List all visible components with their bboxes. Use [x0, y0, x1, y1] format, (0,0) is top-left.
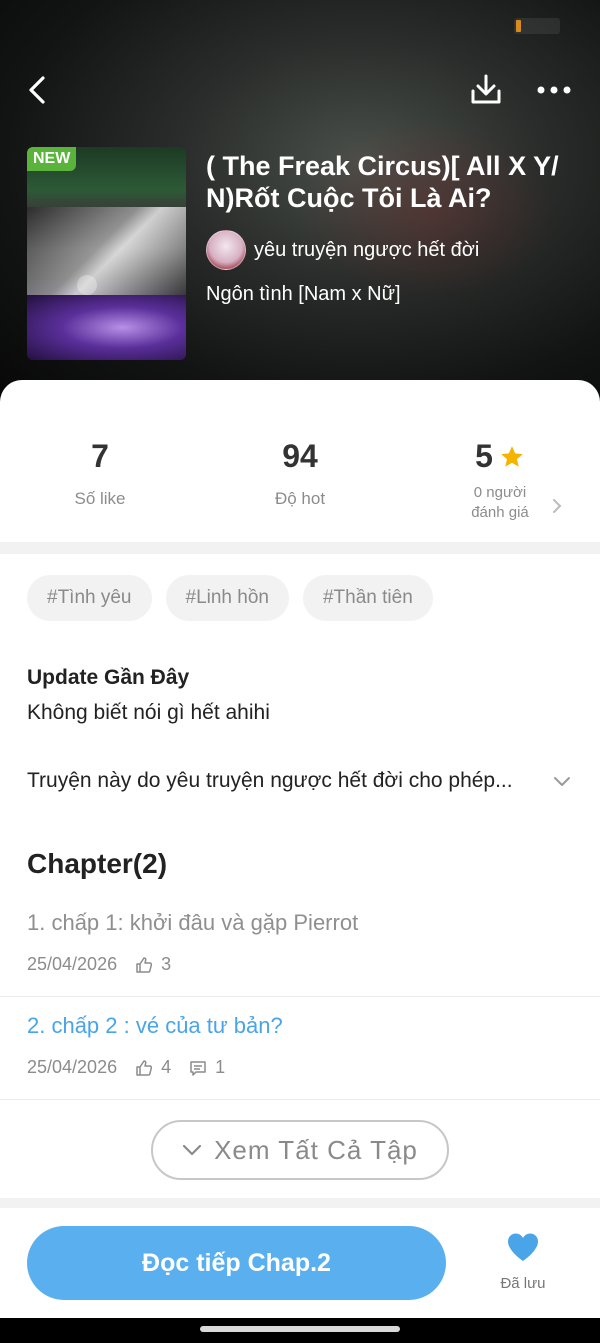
heart-icon: [508, 1233, 538, 1261]
update-text: Không biết nói gì hết ahihi: [27, 701, 270, 724]
continue-reading-button[interactable]: Đọc tiếp Chap.2: [27, 1226, 446, 1300]
see-all-label: Xem Tất Cả Tập: [214, 1134, 418, 1165]
chapter-date: 25/04/2026: [27, 954, 118, 974]
chapter-date: 25/04/2026: [27, 1057, 118, 1077]
hot-count: 94: [282, 438, 318, 474]
battery-icon: [514, 18, 560, 34]
description-text[interactable]: Truyện này do yêu truyện ngược hết đời c…: [27, 769, 547, 793]
status-bar: [0, 10, 600, 40]
saved-label: Đã lưu: [500, 1275, 546, 1292]
home-indicator[interactable]: [200, 1326, 400, 1332]
chapter-item[interactable]: 1. chấp 1: khởi đâu và gặp Pierrot 25/04…: [0, 894, 600, 997]
download-icon: [471, 74, 501, 104]
tag-chip[interactable]: #Thần tiên: [302, 575, 433, 621]
likes-count: 7: [91, 438, 109, 474]
genre-label: Ngôn tình [Nam x Nữ]: [206, 283, 401, 305]
stat-rating[interactable]: 5 0 người đánh giá: [400, 438, 600, 523]
download-button[interactable]: [466, 70, 506, 110]
rating-count-label: 0 người: [473, 484, 527, 501]
audio-icon: [77, 275, 97, 295]
detail-sheet: 7 Số like 94 Độ hot 5 0 người đánh giá #…: [0, 380, 600, 1343]
thumbs-up-icon: [135, 956, 153, 974]
saved-button[interactable]: Đã lưu: [490, 1232, 556, 1292]
rating-value: 5: [475, 438, 493, 474]
system-nav-bar: [0, 1318, 600, 1343]
chapter-comments: 1: [215, 1057, 226, 1077]
tag-chip[interactable]: #Tình yêu: [27, 575, 152, 621]
back-icon: [29, 76, 45, 104]
hot-label: Độ hot: [274, 489, 326, 508]
author-name: yêu truyện ngược hết đời: [254, 238, 480, 261]
story-title: ( The Freak Circus)[ All X Y/ N)Rốt Cuộc…: [206, 151, 559, 213]
thumbs-up-icon: [135, 1059, 153, 1077]
more-icon: [537, 86, 571, 94]
update-heading: Update Gần Đây: [27, 666, 190, 689]
back-button[interactable]: [18, 70, 58, 110]
see-all-chapters-button[interactable]: Xem Tất Cả Tập: [151, 1120, 449, 1180]
expand-description-button[interactable]: [549, 769, 575, 795]
story-cover[interactable]: NEW: [27, 147, 186, 360]
likes-label: Số like: [74, 489, 126, 508]
more-options-button[interactable]: [532, 70, 576, 110]
avatar: [206, 230, 246, 270]
stat-likes: 7 Số like: [0, 438, 200, 509]
chapter-heading: Chapter(2): [27, 848, 168, 879]
header-background: NEW ( The Freak Circus)[ All X Y/ N)Rốt …: [0, 0, 600, 400]
chapter-title: 2. chấp 2 : vé của tư bản?: [27, 1013, 283, 1038]
new-badge: NEW: [27, 147, 77, 171]
stat-hot: 94 Độ hot: [200, 438, 400, 509]
stats-row: 7 Số like 94 Độ hot 5 0 người đánh giá: [0, 380, 600, 542]
tag-list: #Tình yêu #Linh hồn #Thần tiên: [27, 575, 433, 621]
chevron-down-icon: [554, 777, 570, 786]
chevron-down-icon: [182, 1144, 202, 1156]
section-divider: [0, 542, 600, 554]
chevron-right-icon: [552, 498, 562, 519]
tag-chip[interactable]: #Linh hồn: [165, 575, 289, 621]
comment-icon: [189, 1059, 207, 1077]
chapter-title: 1. chấp 1: khởi đâu và gặp Pierrot: [27, 910, 359, 935]
star-icon: [501, 445, 523, 467]
chapter-item[interactable]: 2. chấp 2 : vé của tư bản? 25/04/2026 4 …: [0, 997, 600, 1100]
chapter-likes: 3: [161, 954, 172, 974]
author-row[interactable]: yêu truyện ngược hết đời: [206, 230, 479, 270]
rating-label: đánh giá: [471, 504, 529, 521]
chapter-likes: 4: [161, 1057, 172, 1077]
